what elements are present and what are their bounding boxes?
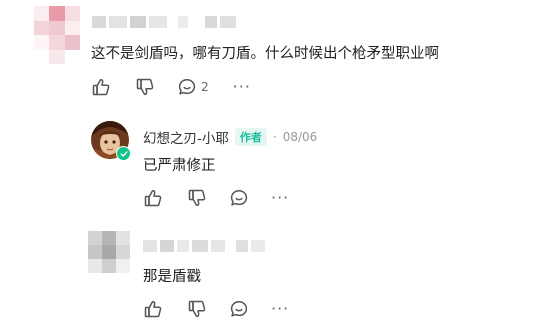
author-badge: 作者	[234, 128, 267, 146]
comment-bubble-icon	[230, 190, 248, 206]
comment-actions: ···	[143, 299, 289, 319]
comment-bubble-icon	[230, 301, 248, 317]
comment-actions: ···	[143, 188, 289, 208]
comment-text: 那是盾戳	[143, 269, 201, 285]
thumbs-down-icon	[188, 300, 206, 317]
like-button[interactable]	[143, 188, 163, 208]
more-button[interactable]: ···	[271, 188, 290, 207]
dislike-button[interactable]	[187, 299, 207, 319]
reply-button[interactable]	[229, 188, 249, 208]
avatar[interactable]	[34, 6, 80, 64]
username-blurred[interactable]	[92, 16, 236, 28]
comment-actions: 2 ···	[91, 77, 251, 97]
author-name[interactable]: 幻想之刃-小耶	[143, 127, 229, 147]
comment-text: 这不是剑盾吗，哪有刀盾。什么时候出个枪矛型职业啊	[91, 46, 439, 62]
more-button[interactable]: ···	[271, 299, 290, 318]
thumbs-up-icon	[144, 301, 162, 318]
thumbs-up-icon	[92, 79, 110, 96]
author-line: 幻想之刃-小耶 作者 · 08/06	[143, 127, 317, 147]
more-dots-icon: ···	[232, 77, 251, 96]
avatar[interactable]	[88, 231, 130, 273]
dislike-button[interactable]	[135, 77, 155, 97]
reply-button[interactable]	[229, 299, 249, 319]
comment-bubble-icon	[178, 79, 196, 95]
more-dots-icon: ···	[271, 188, 290, 207]
comment-date: 08/06	[282, 130, 318, 144]
reply-button[interactable]: 2	[177, 77, 209, 97]
like-button[interactable]	[143, 299, 163, 319]
reply-count: 2	[201, 80, 209, 94]
thumbs-down-icon	[188, 189, 206, 206]
verified-check-icon	[116, 146, 131, 161]
dislike-button[interactable]	[187, 188, 207, 208]
username-blurred[interactable]	[143, 240, 265, 252]
thumbs-down-icon	[136, 78, 154, 95]
more-dots-icon: ···	[271, 299, 290, 318]
more-button[interactable]: ···	[232, 77, 251, 96]
thumbs-up-icon	[144, 190, 162, 207]
like-button[interactable]	[91, 77, 111, 97]
comment-text: 已严肃修正	[143, 158, 216, 174]
date-separator: ·	[272, 130, 277, 144]
